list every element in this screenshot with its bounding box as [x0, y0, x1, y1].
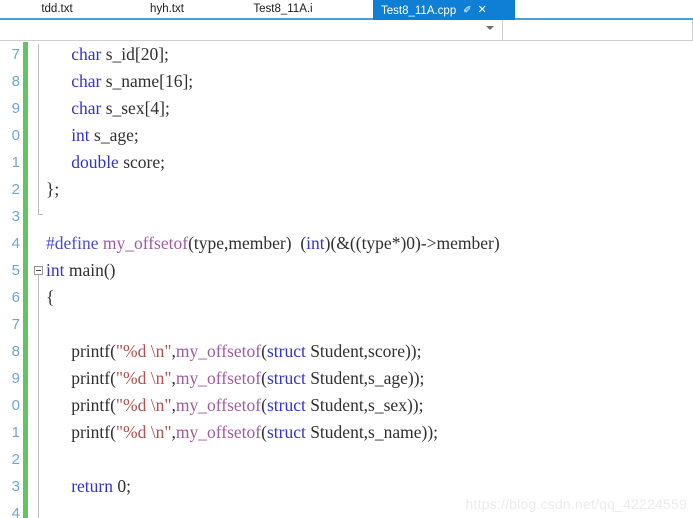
code-token: char — [71, 44, 102, 64]
line-number: 4 — [11, 235, 20, 252]
code-token: (type,member) ( — [188, 233, 307, 253]
code-token: my_offsetof — [175, 368, 262, 388]
code-token: int — [306, 233, 325, 253]
code-token: }; — [46, 179, 60, 199]
editor-tab-test8-11a-i[interactable]: Test8_11A.i — [228, 0, 338, 20]
fold-collapse-button[interactable] — [34, 266, 43, 275]
code-line[interactable]: printf("%d \n",my_offsetof(struct Studen… — [71, 338, 421, 365]
code-token: 0; — [112, 476, 131, 496]
code-token: Student,score)); — [305, 341, 422, 361]
code-token: int — [46, 260, 65, 280]
code-editor[interactable]: 789012345678901234 char s_id[20]; char s_… — [0, 42, 693, 518]
code-line[interactable]: int main() — [46, 257, 116, 284]
code-text-area[interactable]: char s_id[20]; char s_name[16]; char s_sex… — [46, 42, 693, 518]
watermark: https://blog.csdn.net/qq_42224559 — [465, 496, 687, 512]
code-token: char — [71, 71, 102, 91]
code-token: printf( — [71, 341, 116, 361]
line-number: 0 — [11, 397, 20, 414]
line-number: 0 — [11, 127, 20, 144]
code-line[interactable]: int s_age; — [71, 122, 139, 149]
line-number: 4 — [11, 505, 20, 518]
code-line[interactable]: printf("%d \n",my_offsetof(struct Studen… — [71, 365, 424, 392]
code-line[interactable]: char s_sex[4]; — [71, 95, 170, 122]
line-number: 7 — [11, 46, 20, 63]
code-token: Student,s_name)); — [305, 422, 439, 442]
fold-guide-line-main — [38, 274, 39, 518]
tab-label: tdd.txt — [41, 3, 73, 15]
code-token: printf( — [71, 422, 116, 442]
code-line[interactable]: char s_id[20]; — [71, 42, 169, 68]
code-folding-gutter[interactable] — [30, 42, 46, 518]
line-number: 1 — [11, 154, 20, 171]
code-token: s_name[16]; — [101, 71, 194, 91]
line-number: 6 — [11, 289, 20, 306]
code-line[interactable]: printf("%d \n",my_offsetof(struct Studen… — [71, 392, 423, 419]
code-token: #define — [46, 233, 99, 253]
code-token: int — [71, 125, 90, 145]
code-token: "%d \n" — [115, 368, 172, 388]
code-token: struct — [266, 395, 306, 415]
code-line[interactable]: return 0; — [71, 473, 131, 500]
code-token: "%d \n" — [115, 395, 172, 415]
line-number: 2 — [11, 181, 20, 198]
saved-changes-indicator-bar — [23, 42, 28, 518]
code-line[interactable]: printf("%d \n",my_offsetof(struct Studen… — [71, 419, 438, 446]
code-token: char — [71, 98, 102, 118]
code-line[interactable]: }; — [46, 176, 59, 203]
fold-guide-line — [38, 44, 39, 214]
code-token: score; — [118, 152, 165, 172]
line-number: 9 — [11, 100, 20, 117]
code-token: printf( — [71, 395, 116, 415]
code-token: printf( — [71, 368, 116, 388]
line-number: 7 — [11, 316, 20, 333]
code-line[interactable]: { — [46, 284, 54, 311]
code-token: double — [71, 152, 119, 172]
line-number: 3 — [11, 478, 20, 495]
navigation-bar: () — [0, 20, 693, 41]
line-number: 9 — [11, 370, 20, 387]
close-icon[interactable]: ✕ — [478, 3, 487, 16]
code-token: s_id[20]; — [101, 44, 169, 64]
code-line[interactable]: double score; — [71, 149, 165, 176]
code-token: s_sex[4]; — [101, 98, 170, 118]
code-line[interactable]: char s_name[16]; — [71, 68, 193, 95]
code-token: Student,s_sex)); — [305, 395, 424, 415]
line-number: 2 — [11, 451, 20, 468]
code-token: struct — [266, 368, 306, 388]
scope-dropdown[interactable]: () — [0, 20, 503, 40]
line-number: 1 — [11, 424, 20, 441]
code-token: main() — [64, 260, 116, 280]
code-token: { — [46, 287, 55, 307]
code-token: Student,s_age)); — [305, 368, 425, 388]
code-token: "%d \n" — [115, 422, 172, 442]
code-token: s_age; — [89, 125, 139, 145]
fold-guide-line-foot — [38, 214, 43, 215]
member-dropdown[interactable] — [503, 20, 693, 40]
tab-label: hyh.txt — [150, 3, 184, 15]
code-token: "%d \n" — [115, 341, 172, 361]
line-number: 8 — [11, 73, 20, 90]
editor-tab-strip: tdd.txthyh.txtTest8_11A.iyhp.hTest8_11A.… — [0, 0, 693, 20]
line-number: 5 — [11, 262, 20, 279]
editor-tab-tdd-txt[interactable]: tdd.txt — [12, 0, 102, 20]
code-token: return — [71, 476, 113, 496]
code-token: my_offsetof — [175, 422, 262, 442]
tab-label: Test8_11A.i — [253, 3, 313, 15]
line-number-gutter: 7 8 9 0 1 2 3 4 5 6 7 8 9 0 1 2 3 4 — [0, 42, 22, 518]
editor-tab-hyh-txt[interactable]: hyh.txt — [122, 0, 212, 20]
code-token: struct — [266, 422, 306, 442]
line-number: 8 — [11, 343, 20, 360]
code-token: my_offsetof — [175, 341, 262, 361]
code-token: struct — [266, 341, 306, 361]
pin-icon[interactable]: ✐ — [463, 5, 471, 16]
code-token: )(&((type*)0)->member) — [324, 233, 500, 253]
tab-label: Test8_11A.cpp — [381, 5, 457, 17]
code-token: my_offsetof — [175, 395, 262, 415]
chevron-down-icon — [486, 26, 494, 30]
line-number: 3 — [11, 208, 20, 225]
code-line[interactable]: #define my_offsetof(type,member) (int)(&… — [46, 230, 500, 257]
code-token: my_offsetof — [102, 233, 189, 253]
editor-tab-test8-11a-cpp[interactable]: Test8_11A.cpp ✐ ✕ — [373, 0, 515, 20]
